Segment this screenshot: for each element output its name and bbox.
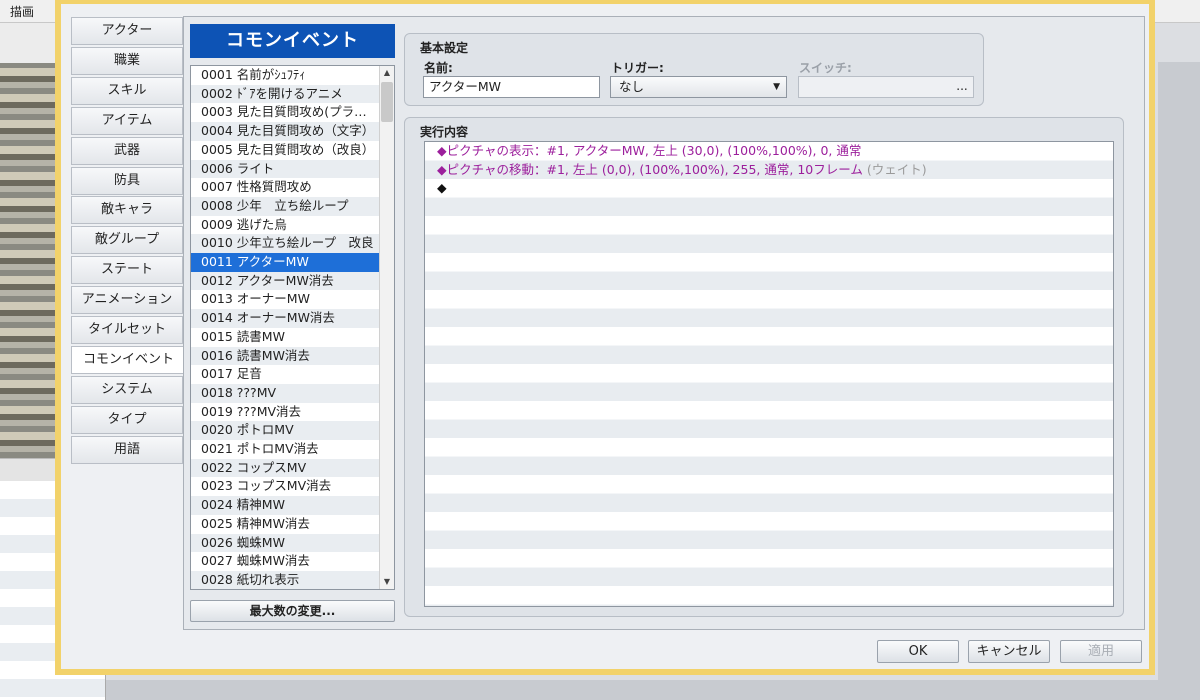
list-item[interactable]: 0026 蜘蛛MW — [191, 533, 381, 553]
list-item[interactable]: 0004 見た目質問攻め（文字） — [191, 122, 381, 141]
list-item[interactable]: 0018 ???MV — [191, 383, 381, 403]
list-item[interactable]: 0001 名前がｼｭﾌﾃｨ — [191, 66, 381, 85]
chevron-down-icon: ▼ — [773, 82, 780, 92]
tab-13[interactable]: タイプ — [71, 405, 183, 434]
tab-9[interactable]: アニメーション — [71, 286, 183, 315]
command-note: (ウェイト) — [866, 161, 927, 177]
list-item[interactable]: 0006 ライト — [191, 159, 381, 179]
tab-7[interactable]: 敵グループ — [71, 226, 183, 255]
apply-button[interactable]: 適用 — [1060, 640, 1142, 663]
command-text: ◆ピクチャの表示：#1, アクターMW, 左上 (30,0), (100%,10… — [437, 143, 862, 158]
list-item[interactable]: 0020 ポトロMV — [191, 421, 381, 440]
command-text: ◆ — [437, 180, 447, 195]
scroll-up-icon[interactable]: ▲ — [380, 66, 394, 80]
cancel-button[interactable]: キャンセル — [968, 640, 1050, 663]
list-item[interactable]: 0019 ???MV消去 — [191, 403, 381, 422]
list-item[interactable]: 0012 アクターMW消去 — [191, 271, 381, 291]
switch-field: ... — [798, 76, 974, 98]
list-item[interactable]: 0024 精神MW — [191, 496, 381, 515]
change-max-button[interactable]: 最大数の変更... — [190, 600, 395, 622]
status-area — [106, 680, 1200, 700]
tab-14[interactable]: 用語 — [71, 435, 183, 464]
scroll-thumb[interactable] — [381, 82, 393, 122]
switch-label: スイッチ: — [799, 61, 852, 75]
list-item[interactable]: 0016 読書MW消去 — [191, 346, 381, 366]
list-item[interactable]: 0009 逃げた烏 — [191, 216, 381, 235]
tab-1[interactable]: 職業 — [71, 46, 183, 75]
list-item[interactable]: 0028 紙切れ表示 — [191, 570, 381, 589]
command-line[interactable]: ◆ — [437, 179, 447, 198]
list-item[interactable]: 0027 蜘蛛MW消去 — [191, 552, 381, 571]
tab-4[interactable]: 武器 — [71, 136, 183, 165]
command-text: ◆ピクチャの移動：#1, 左上 (0,0), (100%,100%), 255,… — [437, 161, 863, 177]
command-list[interactable]: ◆ピクチャの表示：#1, アクターMW, 左上 (30,0), (100%,10… — [424, 141, 1114, 607]
tab-12[interactable]: システム — [71, 375, 183, 404]
exec-content-title: 実行内容 — [420, 125, 469, 139]
basic-settings-title: 基本設定 — [420, 41, 469, 55]
list-item[interactable]: 0008 少年 立ち絵ループ — [191, 196, 381, 216]
list-item[interactable]: 0015 読書MW — [191, 328, 381, 347]
ok-button[interactable]: OK — [877, 640, 959, 663]
list-item[interactable]: 0010 少年立ち絵ループ 改良 — [191, 234, 381, 253]
tile-palette[interactable] — [0, 63, 60, 458]
trigger-label: トリガー: — [611, 61, 664, 75]
list-item[interactable]: 0002 ﾄﾞｱを開けるアニメ — [191, 84, 381, 104]
command-line[interactable]: ◆ピクチャの表示：#1, アクターMW, 左上 (30,0), (100%,10… — [437, 142, 861, 161]
list-item[interactable]: 0007 性格質問攻め — [191, 178, 381, 197]
tab-8[interactable]: ステート — [71, 256, 183, 285]
common-event-list[interactable]: 0001 名前がｼｭﾌﾃｨ 0002 ﾄﾞｱを開けるアニメ 0003 見た目質問攻め… — [190, 65, 395, 590]
switch-browse-button[interactable]: ... — [951, 77, 973, 97]
trigger-select[interactable]: なし ▼ — [610, 76, 787, 98]
name-field[interactable]: アクターMW — [423, 76, 600, 98]
list-item[interactable]: 0013 オーナーMW — [191, 290, 381, 309]
list-item[interactable]: 0005 見た目質問攻め（改良） — [191, 141, 381, 160]
list-item[interactable]: 0023 コップスMV消去 — [191, 477, 381, 496]
list-item[interactable]: 0025 精神MW消去 — [191, 515, 381, 534]
list-item[interactable]: 0021 ポトロMV消去 — [191, 440, 381, 459]
scroll-down-icon[interactable]: ▼ — [380, 575, 394, 589]
command-line[interactable]: ◆ピクチャの移動：#1, 左上 (0,0), (100%,100%), 255,… — [437, 161, 927, 180]
trigger-value: なし — [619, 79, 645, 94]
tab-11[interactable]: コモンイベント — [71, 345, 185, 374]
list-item[interactable]: 0017 足音 — [191, 365, 381, 384]
tab-0[interactable]: アクター — [71, 17, 183, 45]
tab-2[interactable]: スキル — [71, 76, 183, 105]
tab-6[interactable]: 敵キャラ — [71, 196, 183, 225]
menu-draw[interactable]: 描画 — [10, 3, 34, 20]
name-label: 名前: — [424, 61, 453, 75]
tab-5[interactable]: 防具 — [71, 166, 183, 195]
tab-3[interactable]: アイテム — [71, 106, 183, 135]
list-header: コモンイベント — [190, 24, 395, 58]
list-item[interactable]: 0014 オーナーMW消去 — [191, 309, 381, 328]
list-item[interactable]: 0011 アクターMW — [191, 253, 381, 272]
tile-tab-strip — [0, 458, 60, 481]
list-item[interactable]: 0022 コップスMV — [191, 458, 381, 478]
list-scrollbar[interactable]: ▲ ▼ — [379, 66, 394, 589]
list-item[interactable]: 0003 見た目質問攻め(プラ… — [191, 103, 381, 122]
tab-10[interactable]: タイルセット — [71, 316, 183, 344]
editor-toolbar — [0, 23, 60, 63]
map-area — [1158, 62, 1200, 700]
